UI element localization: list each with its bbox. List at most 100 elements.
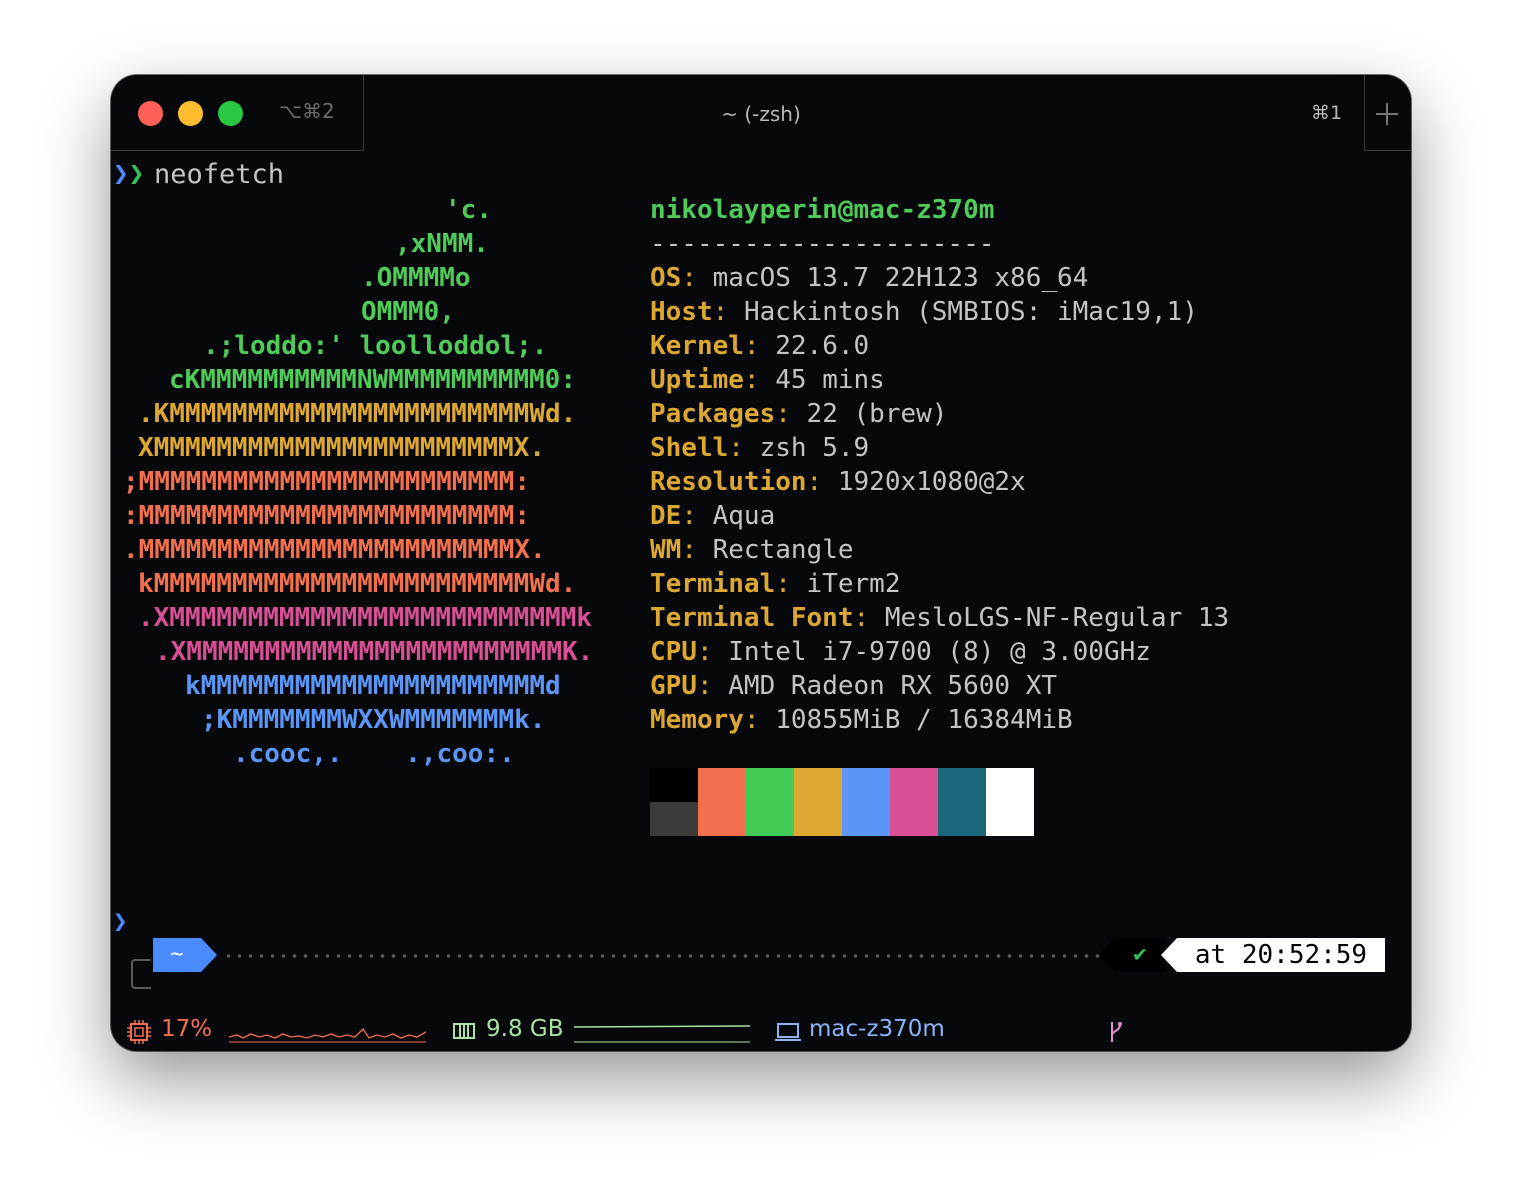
command-text: neofetch [154, 159, 285, 190]
info-colon: : [681, 535, 713, 565]
info-colon: : [775, 399, 807, 429]
info-value: 1920x1080@2x [837, 467, 1026, 497]
prompt-time: at 20:52:59 [1177, 938, 1385, 972]
info-colon: : [743, 331, 776, 361]
user-host: nikolayperin@mac-z370m [650, 195, 995, 225]
logo-line: .;loddo:' loolloddol;. [203, 331, 548, 361]
color-swatch [698, 802, 746, 836]
color-swatch [794, 768, 842, 802]
current-directory: ~ [153, 938, 201, 972]
info-value: 45 mins [775, 365, 885, 395]
info-value: 22 (brew) [806, 399, 948, 429]
info-value: iTerm2 [806, 569, 901, 599]
info-colon: : [806, 467, 838, 497]
memory-usage: 9.8 GB [486, 1016, 564, 1042]
info-row: Memory: 10855MiB / 16384MiB [650, 703, 1073, 737]
info-row: Terminal Font: MesloLGS-NF-Regular 13 [650, 601, 1229, 635]
cpu-icon [127, 1020, 151, 1044]
info-colon: : [743, 365, 776, 395]
info-row: Packages: 22 (brew) [650, 397, 947, 431]
info-key: WM [650, 535, 682, 565]
info-value: Hackintosh (SMBIOS: iMac19,1) [743, 297, 1198, 327]
info-key: Host [650, 297, 713, 327]
info-colon: : [681, 263, 713, 293]
prompt-caret-icon: ❯ [113, 907, 128, 935]
info-value: 22.6.0 [775, 331, 870, 361]
info-key: Shell [650, 433, 729, 463]
color-swatch [698, 768, 746, 802]
logo-line: XMMMMMMMMMMMMMMMMMMMMMMMX. [138, 433, 545, 463]
info-value: MesloLGS-NF-Regular 13 [884, 603, 1230, 633]
memory-icon [453, 1023, 475, 1039]
prompt-bracket [131, 959, 151, 989]
segment-arrow [201, 938, 217, 972]
info-row: Uptime: 45 mins [650, 363, 885, 397]
info-row: GPU: AMD Radeon RX 5600 XT [650, 669, 1057, 703]
info-value: Rectangle [712, 535, 854, 565]
logo-line: ,xNMM. [395, 229, 489, 259]
info-row: WM: Rectangle [650, 533, 854, 567]
info-key: OS [650, 263, 682, 293]
info-colon: : [696, 671, 729, 701]
info-value: AMD Radeon RX 5600 XT [728, 671, 1058, 701]
window-title: ~ (-zsh) [721, 102, 801, 126]
info-value: Aqua [712, 501, 776, 531]
info-key: Packages [650, 399, 776, 429]
logo-line: :MMMMMMMMMMMMMMMMMMMMMMMM: [123, 501, 530, 531]
color-swatch [746, 768, 794, 802]
color-swatch [890, 768, 938, 802]
color-swatch [938, 802, 986, 836]
info-row: CPU: Intel i7-9700 (8) @ 3.00GHz [650, 635, 1151, 669]
info-colon: : [712, 297, 744, 327]
info-row: Shell: zsh 5.9 [650, 431, 869, 465]
info-colon: : [853, 603, 885, 633]
info-colon: : [728, 433, 760, 463]
logo-line: .XMMMMMMMMMMMMMMMMMMMMMMMMMMk [138, 603, 592, 633]
cpu-usage: 17% [161, 1016, 213, 1042]
color-swatch [794, 802, 842, 836]
info-key: Kernel [650, 331, 744, 361]
info-colon: : [775, 569, 807, 599]
logo-line: kMMMMMMMMMMMMMMMMMMMMMMMMWd. [138, 569, 577, 599]
info-value: zsh 5.9 [759, 433, 870, 463]
plus-icon-vertical [1386, 103, 1388, 125]
laptop-icon [775, 1023, 801, 1041]
git-branch-icon [1111, 1022, 1122, 1042]
logo-line: 'c. [445, 195, 492, 225]
color-swatch [650, 768, 698, 802]
info-row: Kernel: 22.6.0 [650, 329, 869, 363]
title-bar: ⌥⌘2 ~ (-zsh) ⌘1 [111, 75, 1411, 151]
status-bar: 17% 9.8 GB mac-z370m [111, 1013, 1411, 1051]
info-colon: : [743, 705, 776, 735]
color-swatch [842, 768, 890, 802]
info-value: Intel i7-9700 (8) @ 3.00GHz [728, 637, 1151, 667]
color-swatch [938, 768, 986, 802]
info-row: Terminal: iTerm2 [650, 567, 900, 601]
info-separator: ---------------------- [650, 229, 995, 259]
logo-line: ;KMMMMMMMWXXWMMMMMMMk. [201, 705, 546, 735]
logo-line: .MMMMMMMMMMMMMMMMMMMMMMMMX. [123, 535, 546, 565]
info-key: CPU [650, 637, 697, 667]
logo-line: ;MMMMMMMMMMMMMMMMMMMMMMMM: [123, 467, 530, 497]
info-colon: : [681, 501, 713, 531]
color-swatch [986, 768, 1034, 802]
info-key: Terminal [650, 569, 776, 599]
info-key: DE [650, 501, 682, 531]
info-row: Resolution: 1920x1080@2x [650, 465, 1026, 499]
color-swatch [842, 802, 890, 836]
color-swatch [986, 802, 1034, 836]
info-value: 10855MiB / 16384MiB [775, 705, 1073, 735]
logo-line: .cooc,. .,coo:. [233, 739, 515, 769]
logo-line: .KMMMMMMMMMMMMMMMMMMMMMMMWd. [138, 399, 577, 429]
info-row: Host: Hackintosh (SMBIOS: iMac19,1) [650, 295, 1198, 329]
info-row: OS: macOS 13.7 22H123 x86_64 [650, 261, 1088, 295]
info-row: DE: Aqua [650, 499, 775, 533]
color-swatch [746, 802, 794, 836]
status-ok-icon: ✔ [1115, 938, 1165, 972]
hostname: mac-z370m [809, 1016, 945, 1042]
logo-line: kMMMMMMMMMMMMMMMMMMMMMMd [185, 671, 561, 701]
prompt-filler [223, 954, 1103, 958]
memory-sparkline [574, 1025, 750, 1043]
logo-line: .OMMMMo [361, 263, 471, 293]
info-key: Uptime [650, 365, 744, 395]
